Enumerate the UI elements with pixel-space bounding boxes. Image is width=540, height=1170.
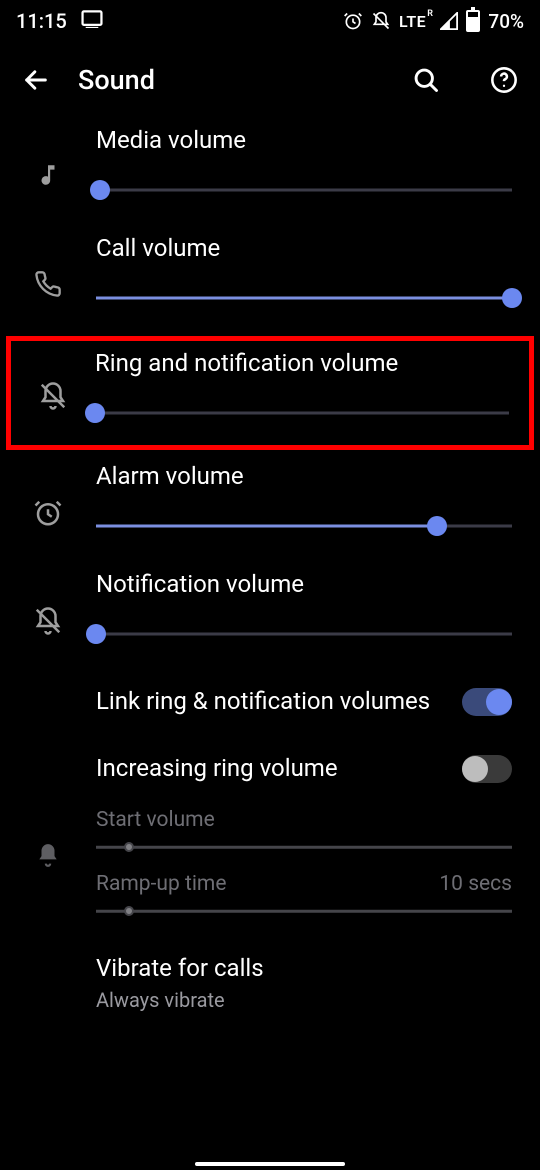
media-volume-row: Media volume xyxy=(0,116,540,224)
app-bar: Sound xyxy=(0,36,540,116)
increasing-ring-label: Increasing ring volume xyxy=(96,753,462,784)
network-label: LTER xyxy=(399,12,432,31)
battery-percent: 70% xyxy=(488,10,524,33)
vibrate-for-calls-row[interactable]: Vibrate for calls Always vibrate xyxy=(0,924,540,1012)
signal-icon xyxy=(440,12,458,30)
mute-status-icon xyxy=(371,11,391,31)
ring-volume-slider[interactable] xyxy=(95,403,509,423)
battery-icon xyxy=(466,10,480,32)
notification-volume-row: Notification volume xyxy=(0,560,540,668)
cast-icon xyxy=(81,9,103,33)
help-icon[interactable] xyxy=(490,66,518,94)
link-volumes-switch[interactable] xyxy=(462,688,512,716)
bell-off-icon xyxy=(11,349,95,411)
start-volume-label: Start volume xyxy=(96,808,215,832)
ring-volume-label: Ring and notification volume xyxy=(95,349,509,377)
call-volume-label: Call volume xyxy=(96,234,512,262)
link-volumes-label: Link ring & notification volumes xyxy=(96,686,462,717)
music-note-icon xyxy=(0,126,96,188)
bell-icon xyxy=(0,808,96,868)
call-volume-slider[interactable] xyxy=(96,288,512,308)
increasing-ring-row[interactable]: Increasing ring volume xyxy=(0,735,540,802)
alarm-volume-row: Alarm volume xyxy=(0,456,540,560)
alarm-volume-slider[interactable] xyxy=(96,516,512,536)
media-volume-label: Media volume xyxy=(96,126,512,154)
status-time: 11:15 xyxy=(16,9,67,33)
ring-volume-row: Ring and notification volume xyxy=(6,336,534,450)
nav-indicator xyxy=(195,1162,345,1166)
vibrate-subtitle: Always vibrate xyxy=(96,988,512,1012)
alarm-status-icon xyxy=(343,11,363,31)
ramp-time-label: Ramp-up time xyxy=(96,872,226,896)
search-icon[interactable] xyxy=(412,66,440,94)
increasing-ring-switch[interactable] xyxy=(462,755,512,783)
alarm-volume-label: Alarm volume xyxy=(96,462,512,490)
start-volume-row: Start volume Ramp-up time 10 secs xyxy=(0,802,540,924)
start-volume-slider xyxy=(96,840,512,854)
back-icon[interactable] xyxy=(22,66,50,94)
bell-off-icon xyxy=(0,570,96,636)
phone-icon xyxy=(0,234,96,298)
vibrate-title: Vibrate for calls xyxy=(96,954,512,982)
notification-volume-label: Notification volume xyxy=(96,570,512,598)
ramp-time-slider xyxy=(96,904,512,918)
notification-volume-slider[interactable] xyxy=(96,624,512,644)
ramp-time-value: 10 secs xyxy=(439,872,512,896)
alarm-icon xyxy=(0,462,96,528)
call-volume-row: Call volume xyxy=(0,224,540,332)
media-volume-slider[interactable] xyxy=(96,180,512,200)
link-volumes-row[interactable]: Link ring & notification volumes xyxy=(0,668,540,735)
status-bar: 11:15 LTER 70% xyxy=(0,0,540,36)
page-title: Sound xyxy=(78,64,384,96)
